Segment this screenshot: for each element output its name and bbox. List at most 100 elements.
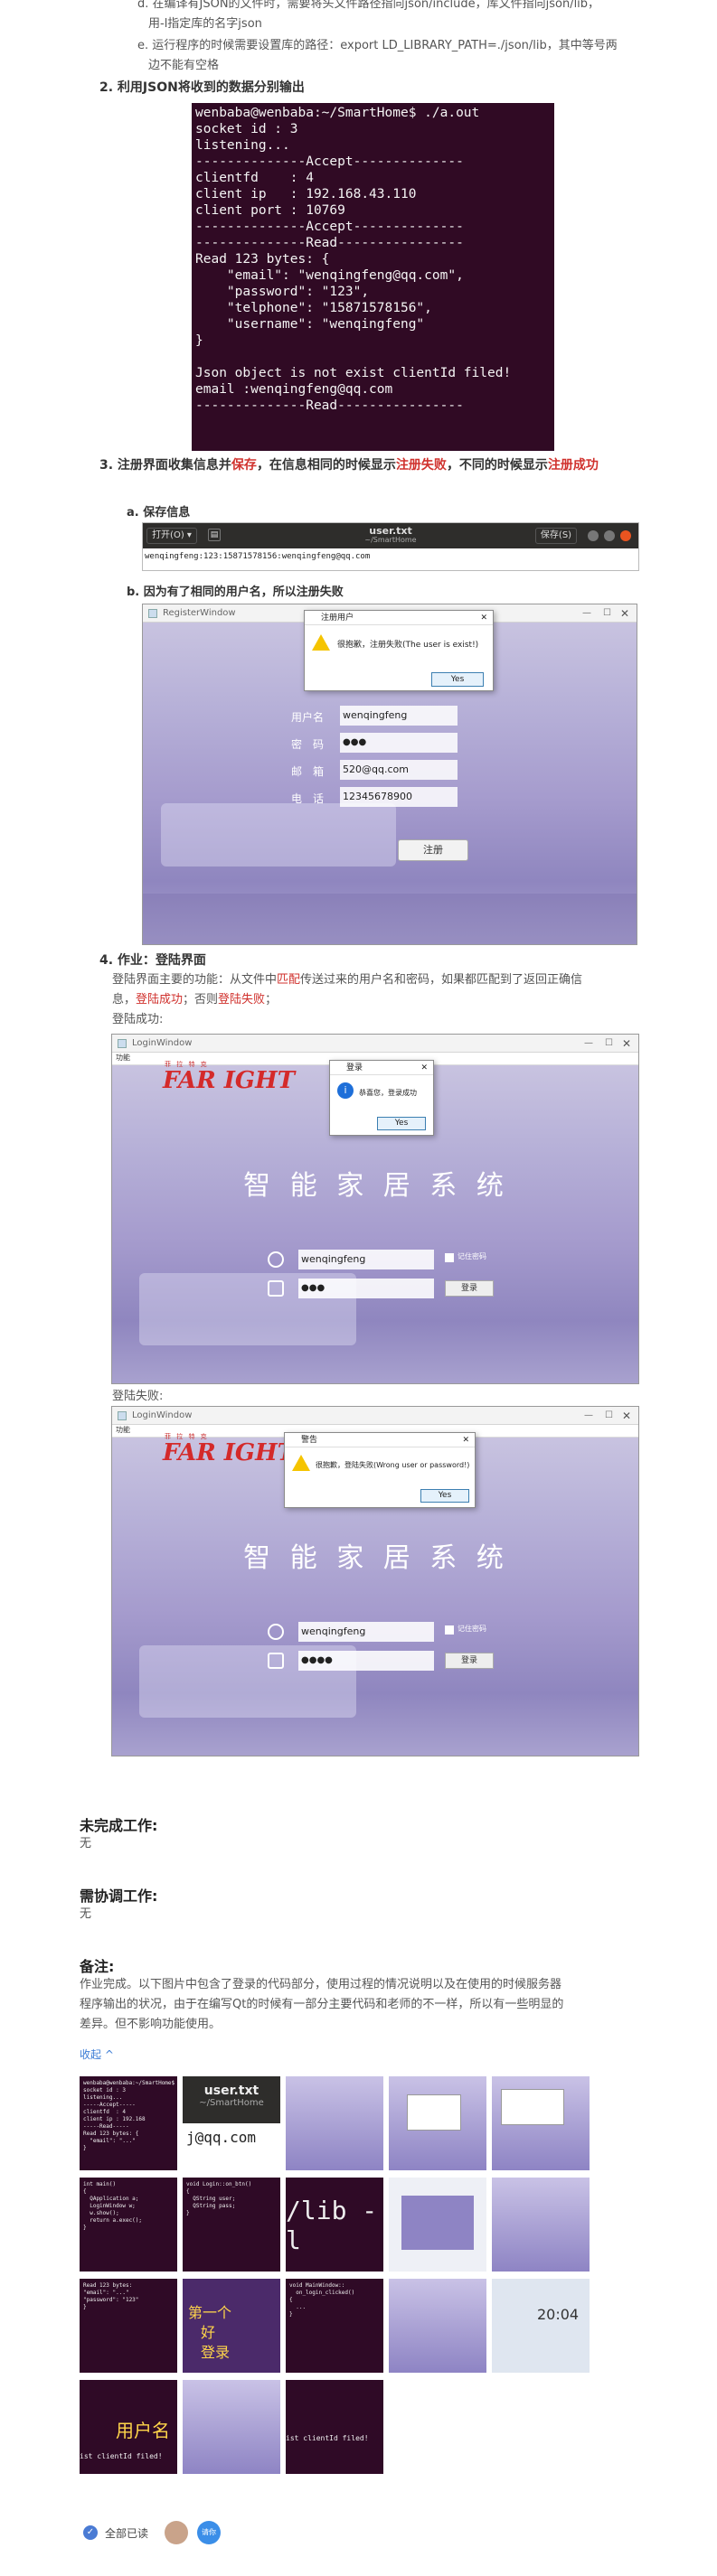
step3-heading-fail: 注册失败 <box>395 458 447 473</box>
thumbnail-18[interactable]: ist clientId filed! <box>286 2380 383 2474</box>
thumbnail-13[interactable]: void MainWindow:: on_login_clicked() { .… <box>286 2279 383 2373</box>
maximize-icon[interactable]: ☐ <box>603 604 611 623</box>
close-icon[interactable]: ✕ <box>420 1061 428 1075</box>
sofa-shape <box>161 803 396 866</box>
avatar[interactable] <box>165 2521 188 2544</box>
minimize-icon[interactable] <box>588 530 599 541</box>
minimize-icon[interactable]: — <box>584 1407 593 1425</box>
step3-heading-mid: ，在信息相同的时候显示 <box>256 458 396 473</box>
terminal-line: wenbaba@wenbaba:~/SmartHome$ ./a.out <box>195 106 480 120</box>
step4-heading-pre: 4. 作业： <box>99 953 156 968</box>
desc1-match: 匹配 <box>277 973 301 987</box>
maximize-icon[interactable]: ☐ <box>605 1035 613 1053</box>
step3-heading-mid2: ，不同的时候显示 <box>446 458 548 473</box>
thumbnail-15[interactable]: 20:04 <box>492 2279 590 2373</box>
username-input[interactable]: wenqingfeng <box>298 1250 434 1269</box>
thumbnail-10[interactable] <box>492 2178 590 2272</box>
thumbnail-7[interactable]: void Login::on_btn() { QString user; QSt… <box>183 2178 280 2272</box>
maximize-icon[interactable] <box>604 530 615 541</box>
email-input[interactable]: 520@qq.com <box>340 760 458 780</box>
unfinished-value: 无 <box>80 1837 92 1850</box>
save-button[interactable]: 保存(S) <box>535 528 577 544</box>
username-input[interactable]: wenqingfeng <box>340 706 458 726</box>
intro-item-e-text: e. 运行程序的时候需要设置库的路径：export LD_LIBRARY_PAT… <box>137 39 618 52</box>
password-input[interactable]: ●●●● <box>298 1651 434 1671</box>
thumbnail-5[interactable] <box>492 2076 590 2170</box>
intro-item-d: d. 在编译有JSON的文件时，需要将头文件路径指向json/include，库… <box>137 0 644 34</box>
close-icon[interactable]: ✕ <box>462 1433 469 1447</box>
remember-label: 记住密码 <box>458 1625 486 1633</box>
thumbnail-4[interactable] <box>389 2076 486 2170</box>
password-row: 密 码 ●●● <box>291 731 472 758</box>
minimize-icon[interactable]: — <box>584 1035 593 1053</box>
thumbnail-3[interactable] <box>286 2076 383 2170</box>
dialog-yes-button[interactable]: Yes <box>377 1117 426 1130</box>
dialog-message: 很抱歉，注册失败(The user is exist!) <box>337 641 479 650</box>
close-icon[interactable] <box>620 530 631 541</box>
coordination-heading: 需协调工作: <box>80 1888 158 1905</box>
read-status[interactable]: 全部已读 <box>105 2525 148 2541</box>
intro-item-d-text2: 用-l指定库的名字json <box>148 17 262 31</box>
thumbnail-dialog <box>501 2089 564 2125</box>
close-icon[interactable]: ✕ <box>620 604 629 623</box>
unfinished-heading: 未完成工作: <box>80 1817 158 1834</box>
step4-heading: 4. 作业：登陆界面 <box>99 951 206 969</box>
step3-heading: 3. 注册界面收集信息并保存，在信息相同的时候显示注册失败，不同的时候显示注册成… <box>99 454 642 476</box>
minimize-icon[interactable]: — <box>582 604 591 623</box>
thumbnail-14[interactable] <box>389 2279 486 2373</box>
dialog-titlebar: 登录 ✕ <box>330 1061 433 1075</box>
editor-content[interactable]: wenqingfeng:123:15871578156:wenqingfeng@… <box>143 548 638 565</box>
thumbnail-12[interactable]: 第一个 好 登录 <box>183 2279 280 2373</box>
thumbnail-11[interactable]: Read 123 bytes: "email": "..." "password… <box>80 2279 177 2373</box>
system-title: 智 能 家 居 系 统 <box>243 1170 509 1202</box>
thumbnail-6[interactable]: int main() { QApplication a; LoginWindow… <box>80 2178 177 2272</box>
password-input[interactable]: ●●● <box>340 733 458 753</box>
login-button[interactable]: 登录 <box>445 1653 494 1669</box>
dialog-yes-button[interactable]: Yes <box>431 672 484 687</box>
close-icon[interactable]: ✕ <box>622 1407 631 1425</box>
username-input[interactable]: wenqingfeng <box>298 1622 434 1642</box>
step3-heading-pre: 3. 注册界面收集信息并 <box>99 458 231 473</box>
app-icon <box>118 1039 127 1048</box>
register-button[interactable]: 注册 <box>398 839 468 861</box>
thumbnail-17[interactable] <box>183 2380 280 2474</box>
warning-icon <box>292 1455 310 1471</box>
editor-header-bar: 打开(O) ▾ ▤ user.txt ~/SmartHome 保存(S) <box>143 523 638 548</box>
thumbnail-9[interactable] <box>389 2178 486 2272</box>
collapse-toggle[interactable]: 收起 ^ <box>80 2047 114 2062</box>
thumbnail-2[interactable]: user.txt ~/SmartHome j@qq.com <box>183 2076 280 2170</box>
phone-input[interactable]: 12345678900 <box>340 787 458 807</box>
register-window-title: RegisterWindow <box>163 608 236 618</box>
thumbnail-8[interactable]: /lib -l <box>286 2178 383 2272</box>
desc2-pre: 息， <box>112 993 137 1007</box>
thumbnail-code: void MainWindow:: on_login_clicked() { .… <box>289 2282 355 2318</box>
floor-shape <box>143 894 637 944</box>
step4-desc-line2: 息，登陆成功；否则登陆失败； <box>112 990 646 1010</box>
close-icon[interactable]: ✕ <box>480 611 487 625</box>
username-label: 用户名 <box>291 711 325 724</box>
maximize-icon[interactable]: ☐ <box>605 1407 613 1425</box>
login-button[interactable]: 登录 <box>445 1280 494 1297</box>
remember-checkbox[interactable] <box>445 1253 454 1262</box>
login-fail-dialog: 警告 ✕ 很抱歉，登陆失败(Wrong user or password!) Ye… <box>284 1432 476 1508</box>
terminal-line: "password": "123", <box>195 285 370 299</box>
remember-checkbox[interactable] <box>445 1625 454 1635</box>
login-success-window: LoginWindow ✕ ☐ — 功能 菲 拉 特 克 FAR IGHT 智 … <box>111 1034 639 1384</box>
user-badge[interactable]: 请你 <box>197 2521 221 2544</box>
thumbnail-16[interactable]: 用户名 ist clientId filed! <box>80 2380 177 2474</box>
thumbnail-1[interactable]: wenbaba@wenbaba:~/SmartHome$ socket id :… <box>80 2076 177 2170</box>
terminal-line: client ip : 192.168.43.110 <box>195 187 417 201</box>
close-icon[interactable]: ✕ <box>622 1035 631 1053</box>
thumbnail-code: Read 123 bytes: "email": "..." "password… <box>83 2282 139 2310</box>
thumbnail-dialog <box>407 2094 461 2131</box>
terminal-line: --------------Read---------------- <box>195 236 464 250</box>
thumbnail-code: void Login::on_btn() { QString user; QSt… <box>186 2181 252 2216</box>
step3-sub-b: b. 因为有了相同的用户名，所以注册失败 <box>127 585 344 599</box>
notes-heading: 备注: <box>80 1958 115 1975</box>
terminal-line: "email": "wenqingfeng@qq.com", <box>195 268 464 283</box>
login-window-title: LoginWindow <box>132 1038 193 1048</box>
password-input[interactable]: ●●● <box>298 1279 434 1298</box>
thumbnail-12-text2: 好 <box>201 2324 216 2341</box>
dialog-yes-button[interactable]: Yes <box>420 1489 469 1503</box>
login-success-label: 登陆成功: <box>112 1013 164 1026</box>
